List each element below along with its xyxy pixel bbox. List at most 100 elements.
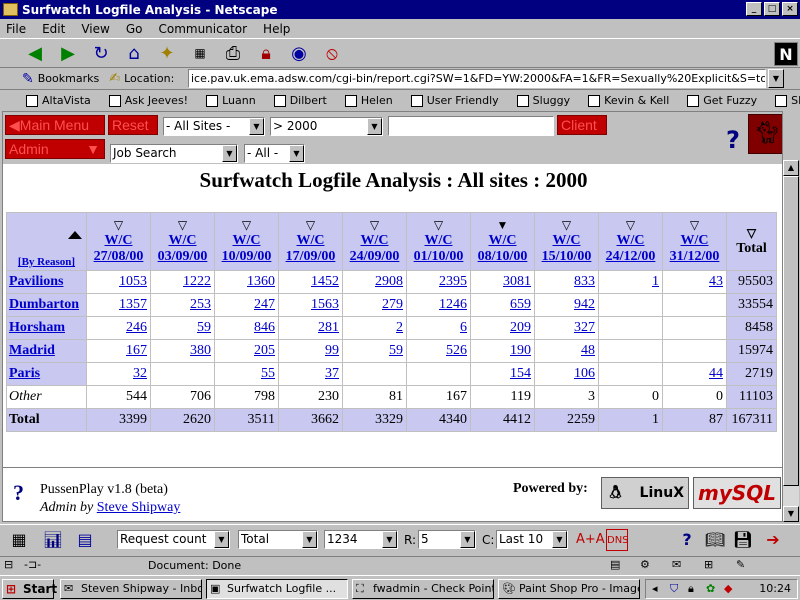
bookmark-sluggy[interactable]: Sluggy — [516, 94, 570, 107]
sort-icon[interactable]: ▽ — [151, 218, 214, 233]
sort-icon[interactable]: ▽ — [215, 218, 278, 233]
print-icon[interactable]: ⎙ — [220, 40, 246, 66]
bookmarks-button[interactable]: ✎ Bookmarks — [22, 71, 99, 87]
value-link[interactable]: 59 — [197, 320, 211, 335]
value-link[interactable]: 2395 — [439, 274, 467, 289]
value-link[interactable]: 32 — [133, 366, 147, 381]
url-input[interactable]: ice.pav.uk.ema.adsw.com/cgi-bin/report.c… — [188, 69, 766, 88]
task-surfwatch[interactable]: ▣ Surfwatch Logfile ... — [206, 579, 348, 599]
value-link[interactable]: 6 — [460, 320, 467, 335]
menu-file[interactable]: File — [4, 22, 28, 36]
value-link[interactable]: 1563 — [311, 297, 339, 312]
discussion-icon[interactable]: ✎ — [736, 558, 745, 571]
bookmark-kevin-kell[interactable]: Kevin & Kell — [588, 94, 669, 107]
mode-select[interactable]: Total ▼ — [238, 530, 318, 549]
value-link[interactable]: 59 — [389, 343, 403, 358]
font-size-icon[interactable]: A+A — [576, 529, 605, 551]
security-icon[interactable]: 🔒︎ — [253, 40, 279, 66]
value-link[interactable]: 246 — [126, 320, 147, 335]
sort-icon[interactable]: ▽ — [599, 218, 662, 233]
value-link[interactable]: 44 — [709, 366, 723, 381]
bar-chart-icon[interactable]: 📊︎ — [42, 529, 64, 551]
rows-select[interactable]: 5 ▼ — [418, 530, 476, 549]
stop-icon[interactable]: ⦸ — [319, 40, 345, 66]
volume-icon[interactable]: ◂ — [652, 580, 658, 598]
week-column-link[interactable]: W/C 01/10/00 — [407, 233, 470, 265]
value-link[interactable]: 3081 — [503, 274, 531, 289]
value-link[interactable]: 55 — [261, 366, 275, 381]
page-proxy-icon[interactable]: ✍ — [109, 71, 120, 86]
main-menu-button[interactable]: ◀Main Menu — [5, 115, 105, 135]
bookmark-ask-jeeves[interactable]: Ask Jeeves! — [108, 94, 188, 107]
composer-icon[interactable]: ⊞ — [704, 558, 713, 571]
search-input[interactable] — [388, 116, 554, 136]
value-link[interactable]: 99 — [325, 343, 339, 358]
app-tray-icon[interactable]: ◆ — [724, 580, 732, 598]
value-link[interactable]: 2 — [396, 320, 403, 335]
week-column-link[interactable]: W/C 24/09/00 — [343, 233, 406, 265]
shield-icon[interactable]: ⛉ — [670, 580, 678, 598]
value-link[interactable]: 48 — [581, 343, 595, 358]
value-link[interactable]: 247 — [254, 297, 275, 312]
menu-go[interactable]: Go — [124, 22, 145, 36]
client-button[interactable]: Client — [557, 115, 607, 135]
site-link[interactable]: Madrid — [9, 343, 55, 358]
number-select[interactable]: 1234 ▼ — [324, 530, 398, 549]
value-link[interactable]: 833 — [574, 274, 595, 289]
book-icon[interactable]: 📖︎ — [704, 529, 726, 551]
minimize-button[interactable]: _ — [746, 2, 762, 16]
value-link[interactable]: 279 — [382, 297, 403, 312]
bookmark-user-friendly[interactable]: User Friendly — [410, 94, 499, 107]
value-link[interactable]: 253 — [190, 297, 211, 312]
sort-icon[interactable]: ▽ — [343, 218, 406, 233]
menu-edit[interactable]: Edit — [40, 22, 67, 36]
bookmark-luann[interactable]: Luann — [206, 94, 256, 107]
forward-icon[interactable]: ▶ — [55, 40, 81, 66]
scroll-down-icon[interactable]: ▼ — [783, 506, 799, 522]
home-icon[interactable]: ⌂ — [121, 40, 147, 66]
value-link[interactable]: 1360 — [247, 274, 275, 289]
value-link[interactable]: 209 — [510, 320, 531, 335]
value-link[interactable]: 2908 — [375, 274, 403, 289]
search-icon[interactable]: ✦ — [154, 40, 180, 66]
value-link[interactable]: 106 — [574, 366, 595, 381]
site-link[interactable]: Pavilions — [9, 274, 63, 289]
shop-icon[interactable]: ◉ — [286, 40, 312, 66]
back-icon[interactable]: ◀ — [22, 40, 48, 66]
week-column-link[interactable]: W/C 08/10/00 — [471, 233, 534, 265]
mail-icon[interactable]: ✉ — [672, 558, 681, 571]
week-column-link[interactable]: W/C 17/09/00 — [279, 233, 342, 265]
help-icon[interactable]: ? — [676, 529, 698, 551]
maximize-button[interactable]: □ — [764, 2, 780, 16]
value-link[interactable]: 1452 — [311, 274, 339, 289]
scroll-up-icon[interactable]: ▲ — [783, 160, 799, 176]
site-select[interactable]: - All Sites - ▼ — [163, 117, 265, 136]
stacked-chart-icon[interactable]: ▤ — [74, 529, 96, 551]
close-button[interactable]: × — [782, 2, 798, 16]
url-dropdown-icon[interactable]: ▼ — [768, 69, 784, 88]
sort-icon[interactable]: ▽ — [279, 218, 342, 233]
bookmark-helen[interactable]: Helen — [344, 94, 393, 107]
metric-select[interactable]: Request count ▼ — [117, 530, 230, 549]
mysql-logo[interactable]: mySQL — [693, 477, 781, 509]
week-column-link[interactable]: W/C 10/09/00 — [215, 233, 278, 265]
help-icon[interactable]: ? — [13, 480, 24, 506]
value-link[interactable]: 167 — [126, 343, 147, 358]
week-column-link[interactable]: W/C 03/09/00 — [151, 233, 214, 265]
value-link[interactable]: 43 — [709, 274, 723, 289]
dns-icon[interactable]: DNS — [606, 529, 629, 551]
value-link[interactable]: 154 — [510, 366, 531, 381]
value-link[interactable]: 659 — [510, 297, 531, 312]
value-link[interactable]: 37 — [325, 366, 339, 381]
reload-icon[interactable]: ↻ — [88, 40, 114, 66]
value-link[interactable]: 526 — [446, 343, 467, 358]
help-icon[interactable]: ? — [726, 126, 740, 154]
value-link[interactable]: 1246 — [439, 297, 467, 312]
reset-button[interactable]: Reset — [108, 115, 158, 135]
bookmark-get-fuzzy[interactable]: Get Fuzzy — [687, 94, 757, 107]
sort-icon[interactable]: ▽ — [535, 218, 598, 233]
week-column-link[interactable]: W/C 31/12/00 — [663, 233, 726, 265]
columns-select[interactable]: Last 10 ▼ — [496, 530, 568, 549]
admin-button[interactable]: Admin ▼ — [5, 139, 105, 159]
value-link[interactable]: 942 — [574, 297, 595, 312]
